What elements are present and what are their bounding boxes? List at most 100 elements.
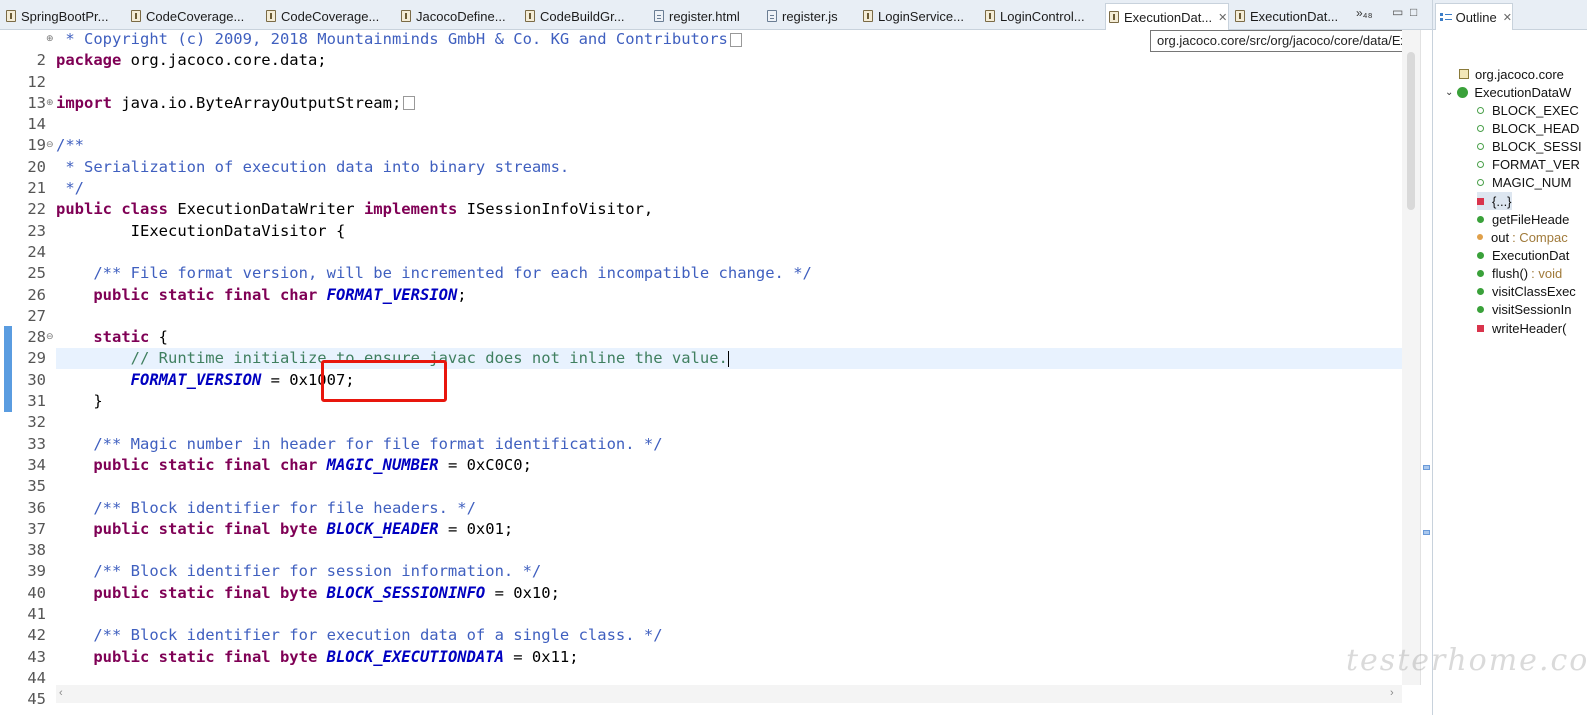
static-field-icon [1477, 106, 1484, 114]
horizontal-scrollbar[interactable]: ‹ › [56, 685, 1402, 703]
editor-tab[interactable]: JacocoDefine... [398, 5, 506, 27]
code-line: 33 [0, 412, 1402, 453]
java-file-icon [1235, 10, 1245, 22]
outline-item[interactable]: getFileHeade [1477, 210, 1569, 228]
outline-type: : void [1531, 265, 1563, 281]
fold-expand-icon[interactable]: ⊕ [46, 29, 54, 50]
close-icon[interactable]: ✕ [1218, 11, 1227, 24]
outline-item[interactable]: out : Compac [1477, 228, 1568, 246]
code-line: 38 public static final byte BLOCK_HEADER… [0, 519, 1402, 559]
java-file-icon [863, 10, 873, 22]
tab-label: CodeCoverage... [146, 8, 245, 24]
outline-item[interactable]: FORMAT_VER [1477, 155, 1580, 173]
code-text: org.jacoco.core.data; [121, 51, 327, 70]
outline-type: : Compac [1512, 229, 1568, 245]
outline-item[interactable]: BLOCK_HEAD [1477, 119, 1579, 137]
protected-field-icon [1477, 234, 1483, 240]
tab-label: LoginService... [878, 8, 964, 24]
tab-label: JacocoDefine... [416, 8, 506, 24]
code-line: 41 public static final byte BLOCK_SESSIO… [0, 583, 1402, 623]
scrollbar-thumb[interactable] [1407, 52, 1415, 210]
fold-expand-icon[interactable]: ⊕ [46, 93, 54, 114]
tab-label: CodeCoverage... [281, 8, 380, 24]
package-icon [1459, 69, 1469, 79]
code-text: ISessionInfoVisitor, [457, 200, 654, 219]
outline-item[interactable]: BLOCK_SESSI [1477, 137, 1582, 155]
java-file-icon [1109, 11, 1119, 23]
outline-item[interactable]: flush() : void [1477, 264, 1562, 282]
chevron-right-icon[interactable]: › [1390, 687, 1394, 699]
code-editor[interactable]: 2 ⊕ * Copyright (c) 2009, 2018 Mountainmi… [0, 30, 1432, 715]
private-method-icon [1477, 324, 1484, 332]
editor-tab[interactable]: register.js [764, 5, 838, 27]
outline-item[interactable]: MAGIC_NUM [1477, 173, 1571, 191]
comment: /** [56, 136, 84, 155]
keyword: public class [56, 200, 168, 219]
outline-label: BLOCK_SESSI [1492, 138, 1582, 154]
code-line: 14 ⊕ import java.io.ByteArrayOutputStream… [0, 93, 1402, 133]
outline-item[interactable]: ExecutionDat [1477, 246, 1569, 264]
chevron-left-icon[interactable]: ‹ [59, 687, 63, 699]
overview-marker[interactable] [1423, 465, 1430, 470]
tab-label: LoginControl... [1000, 8, 1085, 24]
keyword: import [56, 93, 112, 112]
vertical-scrollbar[interactable] [1402, 30, 1420, 685]
outline-label: writeHeader( [1492, 320, 1567, 336]
class-icon [1457, 86, 1469, 98]
editor-tab[interactable]: CodeCoverage... [128, 5, 244, 27]
chevron-down-icon[interactable]: ⌄ [1445, 87, 1453, 98]
keyword: static [56, 328, 150, 347]
editor-tab[interactable]: register.html [651, 5, 740, 27]
constructor-icon [1477, 251, 1484, 259]
outline-item[interactable]: ⌄ ExecutionDataW [1445, 83, 1571, 101]
code-line: 20 ⊖ /** [0, 135, 1402, 175]
editor-tab[interactable]: LoginControl... [982, 5, 1085, 27]
maximize-icon[interactable]: □ [1410, 5, 1417, 19]
tab-overflow-button[interactable]: »₄₈ [1356, 6, 1373, 20]
folded-block-icon[interactable] [729, 32, 742, 47]
static-field-icon [1477, 142, 1484, 150]
field-name: BLOCK_SESSIONINFO [326, 583, 486, 602]
code-line: 24 IExecutionDataVisitor { [0, 221, 1402, 261]
code-text: = 0xC0C0; [438, 455, 532, 474]
tab-label: ExecutionDat... [1124, 9, 1213, 25]
folded-block-icon[interactable] [403, 96, 416, 111]
code-line: 29 ⊖ static { [0, 327, 1402, 367]
code-lines: 2 ⊕ * Copyright (c) 2009, 2018 Mountainmi… [0, 29, 1402, 708]
code-text: ; [457, 285, 467, 304]
fold-collapse-icon[interactable]: ⊖ [46, 327, 54, 348]
outline-item[interactable]: org.jacoco.core [1459, 65, 1564, 83]
editor-tab-active[interactable]: ExecutionDat... ✕ [1105, 3, 1229, 30]
outline-item[interactable]: writeHeader( [1477, 319, 1566, 337]
public-method-icon [1477, 269, 1484, 277]
editor-tab[interactable]: CodeBuildGr... [522, 5, 625, 27]
code-line: 37 /** Block identifier for file headers… [0, 498, 1402, 538]
static-field-icon [1477, 124, 1484, 132]
outline-item[interactable]: visitSessionIn [1477, 300, 1571, 318]
outline-item-selected[interactable]: {...} [1477, 192, 1512, 210]
outline-label: BLOCK_EXEC [1492, 102, 1579, 118]
line-number: 45 [27, 690, 46, 709]
code-text: { [149, 328, 168, 347]
outline-item[interactable]: visitClassExec [1477, 282, 1576, 300]
editor-tab[interactable]: LoginService... [860, 5, 964, 27]
fold-collapse-icon[interactable]: ⊖ [46, 135, 54, 156]
close-icon[interactable]: ✕ [1503, 11, 1512, 24]
comment: /** File format version, will be increme… [56, 264, 812, 283]
overview-ruler[interactable] [1420, 30, 1432, 685]
editor-tab[interactable]: CodeCoverage... [263, 5, 379, 27]
comment: * Serialization of execution data into b… [56, 157, 570, 176]
comment: */ [56, 179, 84, 198]
outline-item[interactable]: BLOCK_EXEC [1477, 101, 1579, 119]
editor-tab[interactable]: ExecutionDat... [1232, 5, 1338, 27]
code-line: 22 */ [0, 178, 1402, 218]
outline-label: MAGIC_NUM [1492, 174, 1572, 190]
minimize-icon[interactable]: ▭ [1392, 5, 1403, 19]
field-name: FORMAT_VERSION [130, 370, 262, 389]
tab-outline[interactable]: Outline ✕ [1435, 3, 1513, 30]
code-line: 39 [0, 540, 1402, 580]
editor-tab[interactable]: SpringBootPr... [3, 5, 108, 27]
outline-tab-bar: Outline ✕ [1432, 0, 1587, 30]
overview-marker[interactable] [1423, 530, 1430, 535]
outline-label: BLOCK_HEAD [1492, 120, 1580, 136]
